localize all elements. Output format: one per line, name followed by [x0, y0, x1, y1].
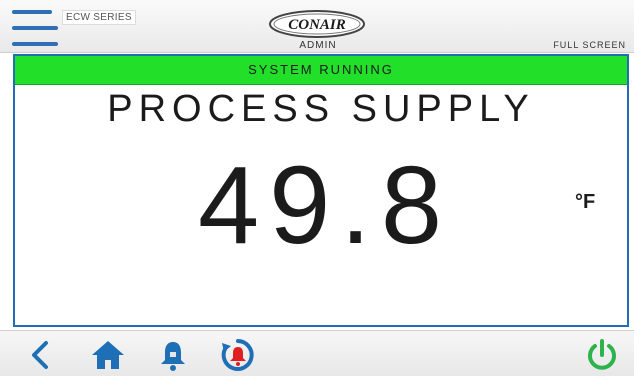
power-icon[interactable]	[584, 337, 620, 373]
home-icon[interactable]	[90, 337, 126, 373]
menu-bar-top	[12, 10, 52, 14]
status-banner: SYSTEM RUNNING	[15, 56, 627, 85]
header-bar: ECW SERIES CONAIR ADMIN FULL SCREEN	[0, 0, 634, 53]
role-label: ADMIN	[299, 40, 337, 51]
temperature-value: 49.8	[197, 144, 453, 267]
brand-text: CONAIR	[288, 17, 346, 33]
ecw-screen: ECW SERIES CONAIR ADMIN FULL SCREEN SYST…	[0, 0, 634, 376]
bell-icon[interactable]	[155, 337, 191, 373]
alarm-reset-icon[interactable]	[220, 337, 256, 373]
temperature-unit: °F	[575, 191, 596, 213]
conair-logo: CONAIR	[269, 10, 365, 38]
menu-bar-bottom	[12, 42, 58, 46]
fullscreen-button[interactable]: FULL SCREEN	[553, 40, 626, 50]
series-label: ECW SERIES	[62, 10, 136, 25]
menu-button[interactable]	[12, 10, 60, 50]
menu-bar-middle	[12, 26, 58, 30]
back-icon[interactable]	[22, 337, 58, 373]
main-panel: SYSTEM RUNNING PROCESS SUPPLY 49.8 °F	[13, 54, 629, 327]
bottom-nav	[0, 330, 634, 376]
display-title: PROCESS SUPPLY	[107, 88, 535, 130]
